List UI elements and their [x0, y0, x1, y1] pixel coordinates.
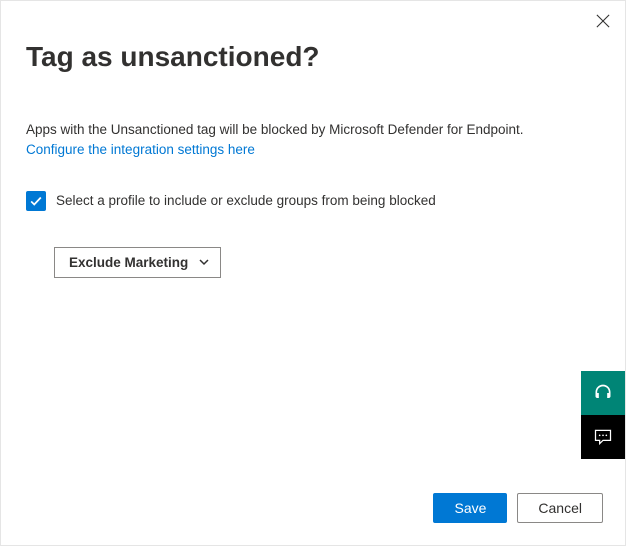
support-widget[interactable] [581, 371, 625, 415]
profile-dropdown[interactable]: Exclude Marketing [54, 247, 221, 278]
side-widgets [581, 371, 625, 459]
cancel-button[interactable]: Cancel [517, 493, 603, 523]
profile-dropdown-label: Exclude Marketing [69, 255, 188, 270]
feedback-icon [593, 427, 613, 447]
feedback-widget[interactable] [581, 415, 625, 459]
close-button[interactable] [593, 11, 613, 31]
close-icon [596, 14, 610, 28]
chevron-down-icon [198, 256, 210, 268]
dialog-content: Tag as unsanctioned? Apps with the Unsan… [1, 1, 625, 298]
profile-checkbox-row: Select a profile to include or exclude g… [26, 191, 600, 211]
headset-icon [593, 383, 613, 403]
dialog-description: Apps with the Unsanctioned tag will be b… [26, 121, 600, 140]
save-button[interactable]: Save [433, 493, 507, 523]
dialog-footer: Save Cancel [433, 493, 603, 523]
checkmark-icon [29, 194, 43, 208]
dialog-title: Tag as unsanctioned? [26, 41, 600, 73]
configure-integration-link[interactable]: Configure the integration settings here [26, 142, 255, 157]
profile-checkbox-label: Select a profile to include or exclude g… [56, 193, 436, 208]
profile-checkbox[interactable] [26, 191, 46, 211]
